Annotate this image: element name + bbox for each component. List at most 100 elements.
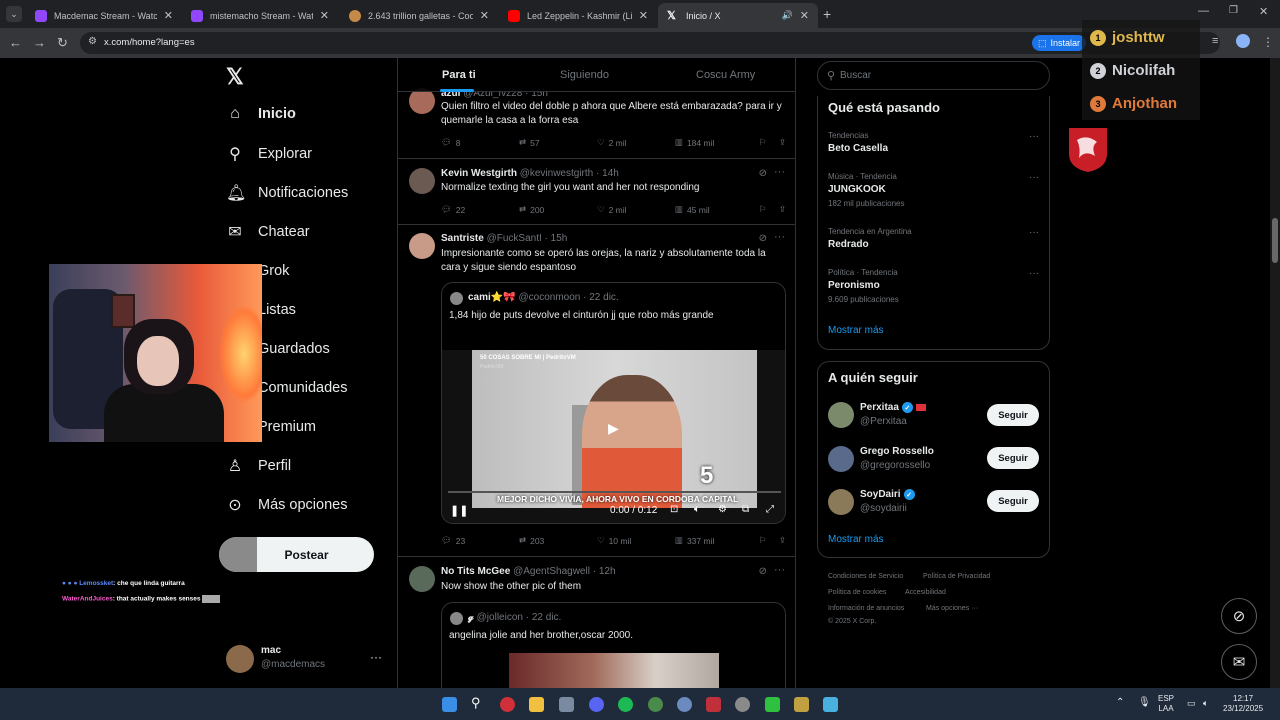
tray-expand-icon[interactable]: ⌃ — [1116, 698, 1124, 708]
more-icon[interactable]: ··· — [1029, 172, 1039, 183]
video-player[interactable]: 50 COSAS SOBRE MI | PedritoVM PedritoVM … — [442, 350, 785, 523]
forward-icon[interactable]: → — [33, 35, 46, 50]
maximize-icon[interactable]: ❐ — [1229, 5, 1238, 16]
grok-icon[interactable]: ⊘ — [759, 168, 767, 179]
more-icon[interactable]: ··· — [774, 564, 785, 576]
app-icon[interactable] — [677, 697, 692, 712]
new-tab-icon[interactable]: + — [823, 6, 831, 22]
settings-icon[interactable]: ⚙ — [718, 504, 727, 515]
like-button[interactable]: ♡ 10 mil — [597, 535, 675, 546]
post-button[interactable]: Postear — [219, 537, 374, 572]
messages-fab[interactable]: ✉ — [1221, 644, 1257, 680]
browser-tab-active[interactable]: 𝕏 Inicio / X 🔊 ✕ — [658, 3, 818, 28]
more-icon[interactable]: ··· — [1029, 227, 1039, 238]
tweet-handle[interactable]: @AgentShagwell — [513, 566, 590, 577]
avatar[interactable] — [828, 402, 854, 428]
language-indicator[interactable]: ESP LAA — [1158, 694, 1174, 714]
windows-start-icon[interactable] — [442, 697, 457, 712]
follow-button[interactable]: Seguir — [987, 447, 1039, 469]
close-icon[interactable]: ✕ — [639, 9, 648, 22]
volume-icon[interactable]: 🔈︎ — [1203, 698, 1208, 708]
quote-author[interactable]: cami⭐🎀 — [468, 292, 516, 303]
nav-item-explore[interactable]: ⚲ Explorar — [226, 144, 312, 164]
reply-button[interactable]: 💬︎ 8 — [441, 137, 519, 148]
play-icon[interactable]: ▶ — [608, 420, 619, 437]
tweet[interactable]: azul @Azul_fvz28 · 15h Quien filtro el v… — [398, 82, 795, 159]
nav-item-notifications[interactable]: 🔔︎ Notificaciones — [226, 183, 348, 203]
follow-show-more-link[interactable]: Mostrar más — [828, 534, 884, 545]
like-button[interactable]: ♡ 2 mil — [597, 137, 675, 148]
follow-name[interactable]: Grego Rossello — [860, 446, 934, 457]
nav-item-profile[interactable]: ♙ Perfil — [226, 456, 291, 476]
tweet[interactable]: Kevin Westgirth @kevinwestgirth · 14h ⊘ … — [398, 159, 795, 225]
volume-icon[interactable]: 🔈︎ — [694, 504, 700, 515]
file-explorer-icon[interactable] — [529, 697, 544, 712]
views-button[interactable]: ▥ 184 mil — [675, 137, 759, 148]
pause-icon[interactable]: ❚❚ — [450, 504, 468, 517]
repost-button[interactable]: ⇄ 200 — [519, 204, 597, 215]
avatar[interactable] — [450, 292, 463, 305]
app-icon[interactable] — [794, 697, 809, 712]
quote-handle[interactable]: @coconmoon — [518, 292, 580, 303]
tweet-time[interactable]: 12h — [599, 566, 616, 577]
quote-image[interactable] — [509, 653, 719, 688]
close-icon[interactable]: ✕ — [320, 9, 329, 22]
trends-show-more-link[interactable]: Mostrar más — [828, 325, 884, 336]
fullscreen-icon[interactable]: ⤢ — [766, 504, 774, 515]
nav-item-more[interactable]: ⊙ Más opciones — [226, 495, 347, 515]
tweet-author[interactable]: No Tits McGee — [441, 566, 510, 577]
discord-icon[interactable] — [589, 697, 604, 712]
avatar[interactable] — [409, 233, 435, 259]
grok-icon[interactable]: ⊘ — [759, 233, 767, 244]
close-icon[interactable]: ✕ — [164, 9, 173, 22]
avatar[interactable] — [828, 446, 854, 472]
avatar[interactable] — [409, 168, 435, 194]
tweet-handle[interactable]: @kevinwestgirth — [520, 168, 594, 179]
tweet-time[interactable]: 15h — [551, 233, 568, 244]
chrome-icon[interactable] — [648, 697, 663, 712]
tab-for-you[interactable]: Para ti — [442, 69, 476, 81]
reading-list-icon[interactable]: ≡ — [1212, 35, 1218, 47]
bookmark-button[interactable]: ⚐ — [759, 535, 779, 546]
footer-link[interactable]: Información de anuncios — [828, 605, 904, 612]
spotify-icon[interactable] — [618, 697, 633, 712]
reply-button[interactable]: 💬︎ 22 — [441, 204, 519, 215]
follow-button[interactable]: Seguir — [987, 490, 1039, 512]
footer-link[interactable]: Política de Privacidad — [923, 573, 990, 580]
more-icon[interactable]: ··· — [774, 166, 785, 178]
views-button[interactable]: ▥ 45 mil — [675, 204, 759, 215]
close-icon[interactable]: ✕ — [480, 9, 489, 22]
account-switcher[interactable]: mac @macdemacs ··· — [226, 644, 384, 674]
share-button[interactable]: ⇪ — [779, 204, 786, 215]
avatar[interactable] — [450, 612, 463, 625]
captions-icon[interactable]: ⊡ — [670, 504, 678, 515]
follow-button[interactable]: Seguir — [987, 404, 1039, 426]
clock[interactable]: 12:17 23/12/2025 — [1223, 694, 1263, 714]
avatar[interactable] — [409, 566, 435, 592]
app-icon[interactable] — [500, 697, 515, 712]
footer-link[interactable]: Accesibilidad — [905, 589, 946, 596]
tweet-time[interactable]: 14h — [602, 168, 619, 179]
tweet-author[interactable]: Santriste — [441, 233, 484, 244]
more-icon[interactable]: ··· — [370, 650, 382, 664]
tweet-author[interactable]: Kevin Westgirth — [441, 168, 517, 179]
grok-icon[interactable]: ⊘ — [759, 566, 767, 577]
reply-button[interactable]: 💬︎ 23 — [441, 535, 519, 546]
footer-link[interactable]: Política de cookies — [828, 589, 886, 596]
close-icon[interactable]: ✕ — [800, 9, 809, 22]
browser-tab[interactable]: 2.643 trillion galletas - Cookie C ✕ — [340, 3, 498, 28]
app-icon[interactable] — [735, 697, 750, 712]
page-scrollbar[interactable] — [1270, 58, 1280, 688]
app-icon[interactable] — [559, 697, 574, 712]
views-button[interactable]: ▥ 337 mil — [675, 535, 759, 546]
tweet-handle[interactable]: @FuckSantI — [487, 233, 542, 244]
tab-search-icon[interactable]: ⌄ — [6, 6, 22, 22]
window-close-icon[interactable]: ✕ — [1259, 5, 1268, 18]
like-button[interactable]: ♡ 2 mil — [597, 204, 675, 215]
tweet[interactable]: Santriste @FuckSantI · 15h ⊘ ··· Impresi… — [398, 225, 795, 557]
install-button[interactable]: ⬚ Instalar — [1032, 35, 1087, 51]
footer-link[interactable]: Condiciones de Servicio — [828, 573, 903, 580]
back-icon[interactable]: ← — [9, 35, 22, 50]
more-icon[interactable]: ··· — [1029, 131, 1039, 142]
app-icon[interactable] — [706, 697, 721, 712]
